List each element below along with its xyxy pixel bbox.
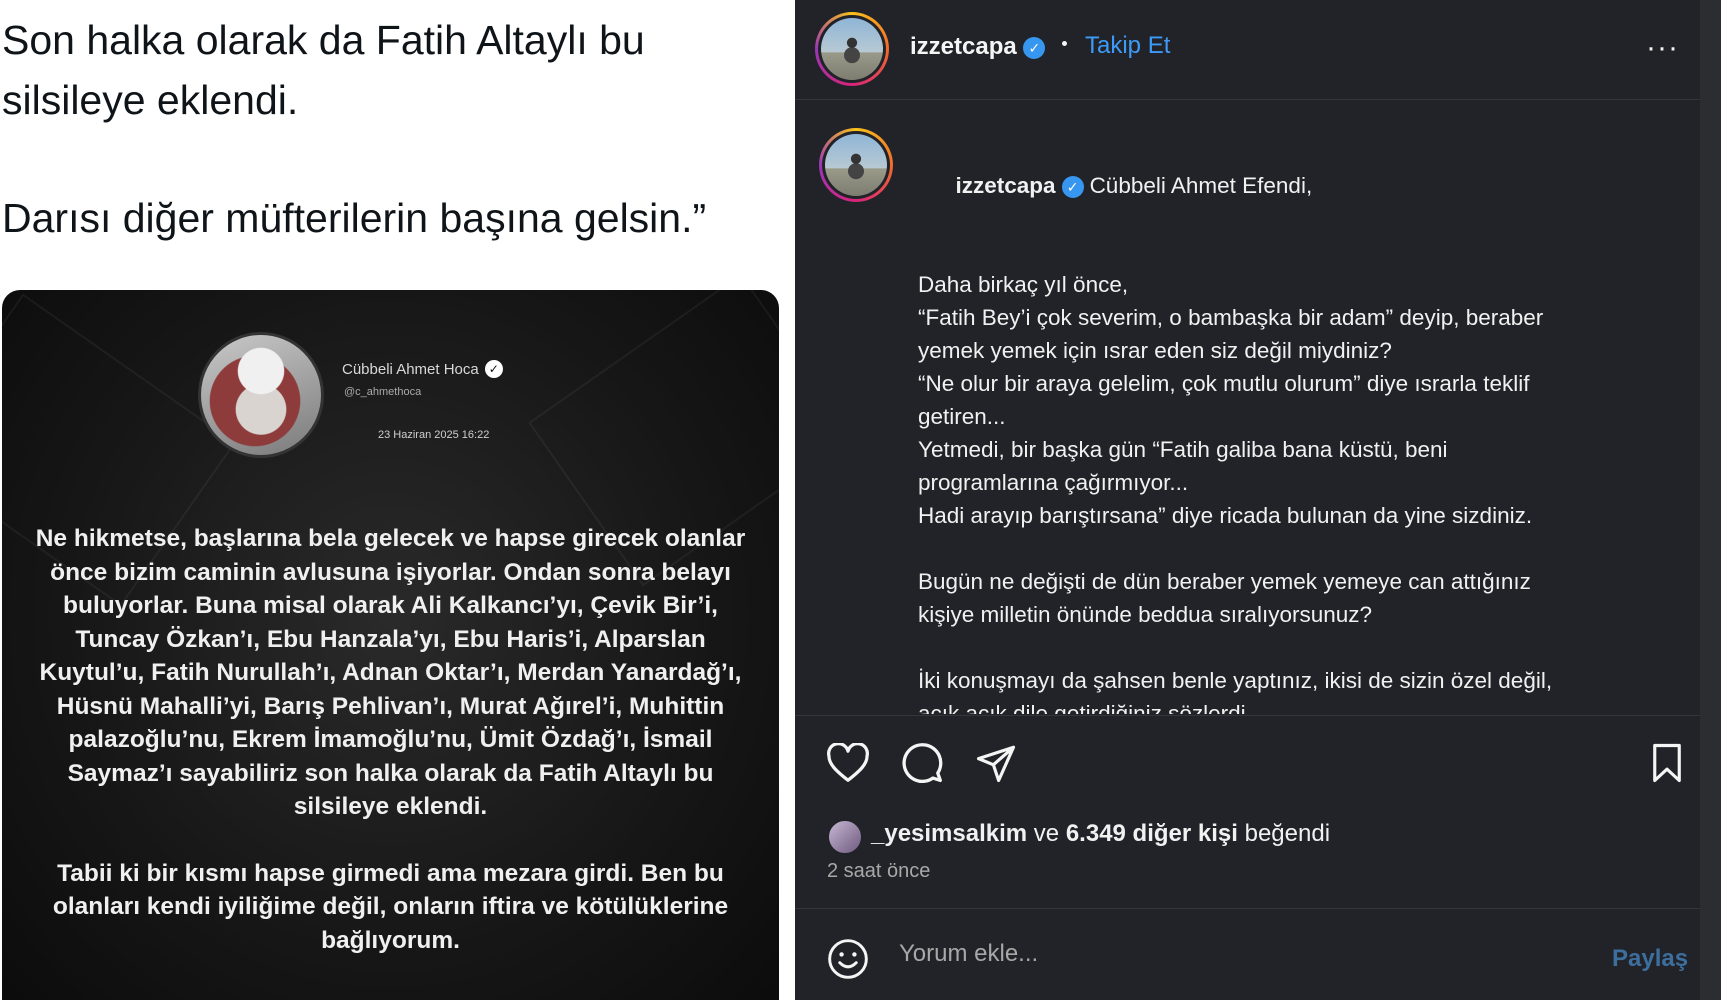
more-options-icon[interactable]: ··· <box>1646 33 1679 63</box>
comment-input[interactable] <box>899 940 1499 968</box>
tweet-panel: Son halka olarak da Fatih Altaylı bu sil… <box>0 0 795 1000</box>
separator-dot <box>1062 41 1067 46</box>
heart-icon[interactable] <box>825 740 871 786</box>
quote-date: 23 Haziran 2025 16:22 <box>378 429 490 441</box>
caption-line: açık açık dile getirdiğiniz sözlerdi. <box>918 701 1252 714</box>
divider <box>795 715 1721 716</box>
caption-lines: Daha birkaç yıl önce, “Fatih Bey’i çok se… <box>918 235 1648 714</box>
verified-icon: ✓ <box>1061 176 1084 199</box>
quote-body: Ne hikmetse, başlarına bela gelecek ve h… <box>32 522 749 990</box>
quote-paragraph-1: Ne hikmetse, başlarına bela gelecek ve h… <box>35 525 746 820</box>
caption-line: İki konuşmayı da şahsen benle yaptınız, … <box>918 668 1553 693</box>
share-icon[interactable] <box>973 740 1019 786</box>
caption-line: “Ne olur bir araya gelelim, çok mutlu ol… <box>918 371 1530 396</box>
post-header: izzetcapa ✓ Takip Et ··· <box>795 0 1721 100</box>
quote-author-handle: @c_ahmethoca <box>344 386 422 398</box>
bookmark-icon[interactable] <box>1645 740 1689 786</box>
tweet-text: Son halka olarak da Fatih Altaylı bu sil… <box>2 10 782 248</box>
caption-first-line: izzetcapa ✓ Cübbeli Ahmet Efendi, <box>918 136 1648 235</box>
caption-line <box>918 631 1648 664</box>
tweet-paragraph-2: Darısı diğer müfterilerin başına gelsin.… <box>2 195 707 241</box>
quote-author-name: Cübbeli Ahmet Hoca ✓ <box>342 360 503 378</box>
quote-author-name-text: Cübbeli Ahmet Hoca <box>342 360 479 378</box>
header-username-text[interactable]: izzetcapa <box>910 33 1017 60</box>
caption-opening: Cübbeli Ahmet Efendi, <box>1089 173 1313 198</box>
caption-line: “Fatih Bey’i çok severim, o bambaşka bir… <box>918 305 1544 330</box>
caption-line <box>918 235 1648 268</box>
liker-username[interactable]: _yesimsalkim <box>871 820 1027 847</box>
caption-line: Hadi arayıp barıştırsana” diye ricada bu… <box>918 503 1533 528</box>
likes-suffix: beğendi <box>1244 820 1331 847</box>
post-timestamp[interactable]: 2 saat önce <box>827 860 930 883</box>
avatar-inner <box>818 15 886 83</box>
comment-icon[interactable] <box>899 740 945 786</box>
caption-line: programlarına çağırmıyor... <box>918 470 1189 495</box>
quote-image-card: Cübbeli Ahmet Hoca ✓ @c_ahmethoca 23 Haz… <box>2 290 779 1000</box>
likes-count[interactable]: 6.349 diğer kişi <box>1066 820 1238 847</box>
follow-button[interactable]: Takip Et <box>1085 32 1170 60</box>
likes-connector: ve <box>1033 820 1060 847</box>
avatar-photo <box>821 18 883 80</box>
caption-line: kişiye milletin önünde beddua sıralıyors… <box>918 602 1373 627</box>
quote-paragraph-2: Tabii ki bir kısmı hapse girmedi ama mez… <box>52 859 729 954</box>
likes-summary[interactable]: _yesimsalkim ve 6.349 diğer kişi beğendi <box>871 820 1330 848</box>
caption-line: Daha birkaç yıl önce, <box>918 272 1129 297</box>
divider <box>795 908 1721 909</box>
caption-line: Bugün ne değişti de dün beraber yemek ye… <box>918 569 1531 594</box>
caption-username-text[interactable]: izzetcapa <box>956 173 1056 198</box>
avatar-inner <box>822 131 890 199</box>
caption-line: Yetmedi, bir başka gün “Fatih galiba ban… <box>918 437 1448 462</box>
profile-avatar[interactable] <box>815 12 889 86</box>
caption-line: yemek yemek için ısrar eden siz değil mi… <box>918 338 1392 363</box>
caption-line: getiren... <box>918 404 1006 429</box>
liker-avatar[interactable] <box>827 819 863 855</box>
post-comment-button[interactable]: Paylaş <box>1612 945 1688 973</box>
author-avatar <box>198 332 324 458</box>
emoji-icon[interactable] <box>825 936 871 982</box>
caption-line <box>918 532 1648 565</box>
verified-icon: ✓ <box>1023 36 1046 59</box>
post-caption: izzetcapa ✓ Cübbeli Ahmet Efendi, Daha bir… <box>918 136 1648 714</box>
instagram-post-panel: izzetcapa ✓ Takip Et ··· izzetcapa ✓ Cübbe… <box>795 0 1721 1000</box>
caption-username[interactable]: izzetcapa ✓ <box>956 173 1090 199</box>
caption-avatar[interactable] <box>819 128 893 202</box>
tweet-paragraph-1: Son halka olarak da Fatih Altaylı bu sil… <box>2 17 645 123</box>
scrollbar[interactable] <box>1700 0 1721 1000</box>
avatar-photo <box>825 134 887 196</box>
header-username[interactable]: izzetcapa ✓ <box>910 33 1046 61</box>
verified-icon: ✓ <box>484 360 503 378</box>
